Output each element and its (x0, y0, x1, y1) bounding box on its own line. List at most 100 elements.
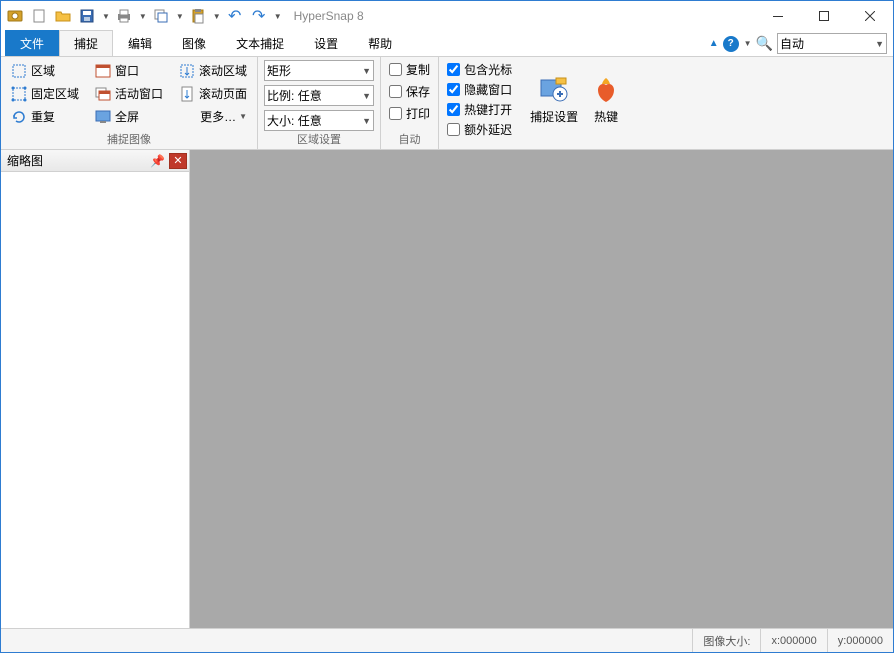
close-panel-button[interactable]: ✕ (169, 153, 187, 169)
undo-icon[interactable]: ↶ (225, 6, 245, 26)
titlebar: ▼ ▼ ▼ ▼ ↶ ↷ ▼ HyperSnap 8 (1, 1, 893, 31)
statusbar: 图像大小: x:000000 y:000000 (1, 628, 893, 652)
chevron-down-icon: ▼ (362, 116, 371, 126)
copy-dropdown-caret[interactable]: ▼ (176, 12, 184, 21)
qat-customize-caret[interactable]: ▼ (274, 12, 282, 21)
chevron-down-icon: ▼ (362, 91, 371, 101)
tab-settings[interactable]: 设置 (299, 30, 353, 56)
thumbnail-panel-header: 缩略图 📌 ✕ (1, 150, 189, 172)
auto-save-checkbox[interactable]: 保存 (387, 82, 432, 101)
app-icon[interactable] (5, 6, 25, 26)
auto-print-checkbox[interactable]: 打印 (387, 104, 432, 123)
checkbox-input[interactable] (447, 123, 460, 136)
checkbox-input[interactable] (447, 63, 460, 76)
checkbox-input[interactable] (389, 85, 402, 98)
capture-settings-button[interactable]: 捕捉设置 (524, 60, 584, 139)
capture-window[interactable]: 窗口 (91, 60, 167, 81)
help-caret-icon[interactable]: ▲ (709, 38, 719, 49)
print-icon[interactable] (114, 6, 134, 26)
checkbox-input[interactable] (447, 103, 460, 116)
new-icon[interactable] (29, 6, 49, 26)
auto-save-label: 保存 (406, 83, 430, 100)
search-icon[interactable]: 🔍 (756, 35, 773, 52)
opt-hotkey-checkbox[interactable]: 热键打开 (445, 100, 514, 119)
chevron-down-icon: ▼ (362, 66, 371, 76)
checkbox-input[interactable] (389, 63, 402, 76)
checkbox-input[interactable] (389, 107, 402, 120)
ribbon-group-capture: 区域 固定区域 重复 窗口 活动窗口 全屏 滚动区域 滚动页面 更多…▼ 捕捉图… (1, 57, 258, 149)
ribbon-group-auto-label: 自动 (387, 131, 432, 149)
minimize-button[interactable] (755, 1, 801, 31)
opt-hidewin-label: 隐藏窗口 (464, 81, 512, 98)
status-x: x:000000 (760, 629, 826, 652)
tab-help[interactable]: 帮助 (353, 30, 407, 56)
ratio-select[interactable]: 比例: 任意 ▼ (264, 85, 374, 106)
ribbon-group-capture-label: 捕捉图像 (7, 131, 251, 149)
capture-active-window-label: 活动窗口 (115, 85, 163, 102)
canvas-area[interactable] (190, 150, 893, 628)
auto-copy-checkbox[interactable]: 复制 (387, 60, 432, 79)
tab-image[interactable]: 图像 (167, 30, 221, 56)
zoom-value: 自动 (780, 35, 804, 52)
redo-icon[interactable]: ↷ (249, 6, 269, 26)
auto-print-label: 打印 (406, 105, 430, 122)
hotkeys-button[interactable]: 热键 (584, 60, 628, 139)
quick-access-toolbar: ▼ ▼ ▼ ▼ ↶ ↷ ▼ (5, 6, 282, 26)
capture-fullscreen[interactable]: 全屏 (91, 106, 167, 127)
shape-select[interactable]: 矩形 ▼ (264, 60, 374, 81)
window-title: HyperSnap 8 (294, 9, 364, 23)
save-icon[interactable] (77, 6, 97, 26)
chevron-down-icon: ▼ (239, 112, 247, 121)
capture-repeat[interactable]: 重复 (7, 106, 83, 127)
zoom-select[interactable]: 自动▼ (777, 33, 887, 54)
tab-capture[interactable]: 捕捉 (59, 30, 113, 56)
opt-hidewin-checkbox[interactable]: 隐藏窗口 (445, 80, 514, 99)
capture-scroll-page-label: 滚动页面 (199, 85, 247, 102)
checkbox-input[interactable] (447, 83, 460, 96)
capture-fullscreen-label: 全屏 (115, 108, 139, 125)
ratio-value: 比例: 任意 (267, 87, 322, 104)
opt-cursor-checkbox[interactable]: 包含光标 (445, 60, 514, 79)
print-dropdown-caret[interactable]: ▼ (139, 12, 147, 21)
pin-icon[interactable]: 📌 (148, 152, 167, 170)
shape-value: 矩形 (267, 62, 291, 79)
opt-delay-label: 额外延迟 (464, 121, 512, 138)
ribbon-group-region-label: 区域设置 (264, 131, 374, 149)
paste-icon[interactable] (188, 6, 208, 26)
copy-icon[interactable] (151, 6, 171, 26)
save-dropdown-caret[interactable]: ▼ (102, 12, 110, 21)
tab-file[interactable]: 文件 (5, 30, 59, 56)
open-icon[interactable] (53, 6, 73, 26)
tab-textcapture[interactable]: 文本捕捉 (221, 30, 299, 56)
hotkeys-label: 热键 (594, 108, 618, 125)
tab-edit[interactable]: 编辑 (113, 30, 167, 56)
ribbon: 区域 固定区域 重复 窗口 活动窗口 全屏 滚动区域 滚动页面 更多…▼ 捕捉图… (1, 57, 893, 150)
capture-scroll-region[interactable]: 滚动区域 (175, 60, 251, 81)
auto-copy-label: 复制 (406, 61, 430, 78)
ribbon-group-auto: 复制 保存 打印 自动 (381, 57, 439, 149)
close-button[interactable] (847, 1, 893, 31)
thumbnail-panel: 缩略图 📌 ✕ (1, 150, 190, 628)
help-icon[interactable]: ? (723, 36, 739, 52)
capture-fixed-region[interactable]: 固定区域 (7, 83, 83, 104)
capture-region[interactable]: 区域 (7, 60, 83, 81)
capture-active-window[interactable]: 活动窗口 (91, 83, 167, 104)
capture-more[interactable]: 更多…▼ (175, 106, 251, 127)
maximize-button[interactable] (801, 1, 847, 31)
capture-repeat-label: 重复 (31, 108, 55, 125)
ribbon-tabs: 文件 捕捉 编辑 图像 文本捕捉 设置 帮助 ▲ ? ▼ 🔍 自动▼ (1, 31, 893, 57)
ribbon-group-options: 包含光标 隐藏窗口 热键打开 额外延迟 捕捉设置 热键 (439, 57, 634, 149)
opt-hotkey-label: 热键打开 (464, 101, 512, 118)
capture-scroll-page[interactable]: 滚动页面 (175, 83, 251, 104)
capture-region-label: 区域 (31, 62, 55, 79)
size-select[interactable]: 大小: 任意 ▼ (264, 110, 374, 131)
opt-delay-checkbox[interactable]: 额外延迟 (445, 120, 514, 139)
paste-dropdown-caret[interactable]: ▼ (213, 12, 221, 21)
capture-more-label: 更多… (200, 108, 236, 125)
tab-right-controls: ▲ ? ▼ 🔍 自动▼ (709, 33, 893, 56)
capture-fixed-region-label: 固定区域 (31, 85, 79, 102)
help-dropdown-caret[interactable]: ▼ (744, 39, 752, 48)
thumbnail-panel-title: 缩略图 (7, 152, 43, 169)
status-image-size-label: 图像大小: (692, 629, 760, 652)
size-value: 大小: 任意 (267, 112, 322, 129)
